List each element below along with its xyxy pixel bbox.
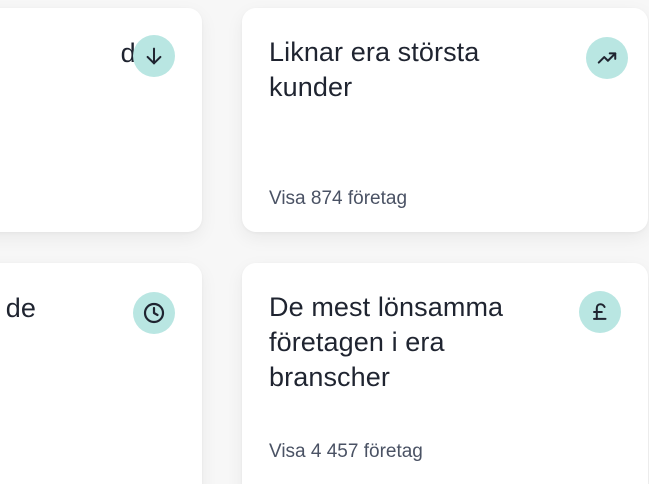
trend-up-icon [586,37,628,79]
card-title: De mest lönsamma företagen i era bransch… [269,292,504,392]
segment-card-largest-customers[interactable]: Liknar era största kunder Visa 874 föret… [242,8,648,232]
card-title: de [5,293,36,323]
segment-card-most-profitable[interactable]: De mest lönsamma företagen i era bransch… [242,263,648,484]
arrow-down-icon [133,35,175,77]
view-companies-link[interactable]: Visa 874 företag [269,188,407,210]
view-companies-link[interactable]: Visa 4 457 företag [269,441,423,463]
pound-icon [579,291,621,333]
segment-card-1[interactable]: der [0,8,202,232]
clock-icon [133,292,175,334]
segment-card-grid: der Liknar era största kunder Visa 874 f… [0,0,649,484]
segment-card-3[interactable]: de [0,263,202,484]
card-title: Liknar era största kunder [269,37,480,102]
